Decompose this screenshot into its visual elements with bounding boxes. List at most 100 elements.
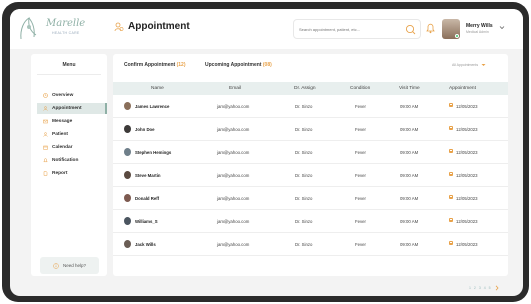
calendar-icon	[43, 145, 48, 150]
calendar-icon	[449, 126, 453, 130]
sidebar-item-overview[interactable]: Overview	[37, 90, 107, 101]
column-header-visit-time: Visit Time	[399, 86, 420, 91]
brand-name: Marelle	[46, 18, 86, 29]
table-row[interactable]: John Doe jam@yahoo.com Dr. Sinzo Fever 09:00…	[113, 118, 508, 141]
patient-email: jam@yahoo.com	[217, 104, 250, 109]
search-box[interactable]	[293, 19, 421, 39]
table-row[interactable]: Williams_S jam@yahoo.com Dr. Sinzo Fever 09:…	[113, 210, 508, 233]
visit-time: 09:00 AM	[400, 196, 419, 201]
patient-avatar	[124, 240, 131, 248]
sidebar-item-appointment[interactable]: Appointment	[37, 103, 107, 114]
sidebar-item-label: Patient	[52, 132, 68, 137]
condition: Fever	[355, 242, 366, 247]
assigned-doctor: Dr. Sinzo	[295, 196, 313, 201]
sidebar-item-notification[interactable]: Notification	[37, 155, 107, 166]
sidebar-item-label: Appointment	[52, 106, 82, 111]
sidebar-item-message[interactable]: Message	[37, 116, 107, 127]
tab-count: (08)	[262, 62, 272, 68]
brand-logo[interactable]: Marelle HEALTH CARE	[18, 15, 98, 43]
table-row[interactable]: Steve Martin jam@yahoo.com Dr. Sinzo Fever 0…	[113, 164, 508, 187]
visit-time: 09:00 AM	[400, 104, 419, 109]
patient-avatar	[124, 217, 131, 225]
patient-name[interactable]: Williams_S	[135, 219, 158, 224]
tab-upcoming-appointment[interactable]: Upcoming Appointment (08)	[205, 62, 272, 68]
appointment-date: 12/05/2023	[456, 196, 478, 201]
patient-avatar	[124, 171, 131, 179]
condition: Fever	[355, 150, 366, 155]
table-row[interactable]: Stephen Hemings jam@yahoo.com Dr. Sinzo Fev…	[113, 141, 508, 164]
user-icon	[43, 106, 48, 111]
bell-icon[interactable]	[426, 23, 435, 34]
patient-avatar	[124, 194, 131, 202]
sidebar-item-label: Message	[52, 119, 73, 124]
sidebar-item-calendar[interactable]: Calendar	[37, 142, 107, 153]
calendar-icon	[449, 149, 453, 153]
search-icon[interactable]	[405, 24, 416, 35]
patient-email: jam@yahoo.com	[217, 150, 250, 155]
sidebar-item-patient[interactable]: Patient	[37, 129, 107, 140]
assigned-doctor: Dr. Sinzo	[295, 219, 313, 224]
patient-email: jam@yahoo.com	[217, 127, 250, 132]
chevron-down-icon[interactable]	[499, 25, 505, 30]
condition: Fever	[355, 173, 366, 178]
table-row[interactable]: Jack Wills jam@yahoo.com Dr. Sinzo Fever 09:…	[113, 233, 508, 256]
user-avatar[interactable]	[442, 19, 460, 39]
patient-name[interactable]: Jack Wills	[135, 242, 156, 247]
filter-label: All Appointments	[452, 63, 479, 67]
condition: Fever	[355, 219, 366, 224]
sidebar-item-label: Overview	[52, 93, 74, 98]
calendar-icon	[449, 241, 453, 245]
leaf-logo-icon	[20, 17, 37, 40]
top-header: Marelle HEALTH CARE Appointment Me	[10, 9, 523, 49]
condition: Fever	[355, 104, 366, 109]
column-header-condition: Condition	[350, 86, 371, 91]
table-row[interactable]: Donald Reff jam@yahoo.com Dr. Sinzo Fever 09…	[113, 187, 508, 210]
appointment-date: 12/05/2023	[456, 242, 478, 247]
column-header-email: Email	[229, 86, 241, 91]
online-status-dot	[455, 34, 459, 38]
appointment-date: 12/05/2023	[456, 173, 478, 178]
clock-icon	[43, 93, 48, 98]
appointment-filter-dropdown[interactable]: All Appointments	[452, 63, 486, 67]
table-header: Name Email Dr. Assign Condition Visit Ti…	[113, 82, 508, 95]
page-title-text: Appointment	[128, 21, 190, 32]
user-role: Medical Admin	[466, 30, 489, 34]
info-icon	[53, 262, 59, 269]
appointment-tabs: Confirm Appointment (12) Upcoming Appoin…	[113, 54, 508, 74]
column-header-appointment: Appointment	[449, 86, 476, 91]
visit-time: 09:00 AM	[400, 150, 419, 155]
patient-avatar	[124, 148, 131, 156]
tab-confirm-appointment[interactable]: Confirm Appointment (12)	[124, 62, 186, 68]
condition: Fever	[355, 127, 366, 132]
sidebar-item-label: Notification	[52, 158, 79, 163]
patient-name[interactable]: John Doe	[135, 127, 155, 132]
pagination[interactable]: 1 2 3 4 5	[469, 285, 499, 291]
sidebar-item-report[interactable]: Report	[37, 168, 107, 179]
sidebar-divider	[37, 74, 101, 75]
chevron-right-icon[interactable]	[495, 285, 499, 291]
assigned-doctor: Dr. Sinzo	[295, 173, 313, 178]
caret-down-icon	[481, 64, 486, 66]
appointment-date: 12/05/2023	[456, 127, 478, 132]
patient-name[interactable]: Stephen Hemings	[135, 150, 171, 155]
page-title: Appointment	[114, 21, 190, 32]
calendar-icon	[449, 172, 453, 176]
user-name: Merry Wills	[466, 23, 493, 29]
table-row[interactable]: James Lawrence jam@yahoo.com Dr. Sinzo Feve…	[113, 95, 508, 118]
page-numbers[interactable]: 1 2 3 4 5	[469, 286, 492, 290]
device-frame: Marelle HEALTH CARE Appointment Me	[2, 2, 529, 302]
bell-icon	[43, 158, 48, 163]
tab-label: Upcoming Appointment	[205, 62, 262, 68]
patient-name[interactable]: James Lawrence	[135, 104, 169, 109]
search-input[interactable]	[299, 24, 399, 35]
tab-count: (12)	[176, 62, 186, 68]
patient-name[interactable]: Donald Reff	[135, 196, 159, 201]
column-header-doctor: Dr. Assign	[294, 86, 316, 91]
patient-avatar	[124, 125, 131, 133]
calendar-icon	[449, 103, 453, 107]
patient-email: jam@yahoo.com	[217, 219, 250, 224]
need-help-button[interactable]: Need help?	[40, 257, 99, 274]
assigned-doctor: Dr. Sinzo	[295, 127, 313, 132]
patient-name[interactable]: Steve Martin	[135, 173, 161, 178]
assigned-doctor: Dr. Sinzo	[295, 104, 313, 109]
